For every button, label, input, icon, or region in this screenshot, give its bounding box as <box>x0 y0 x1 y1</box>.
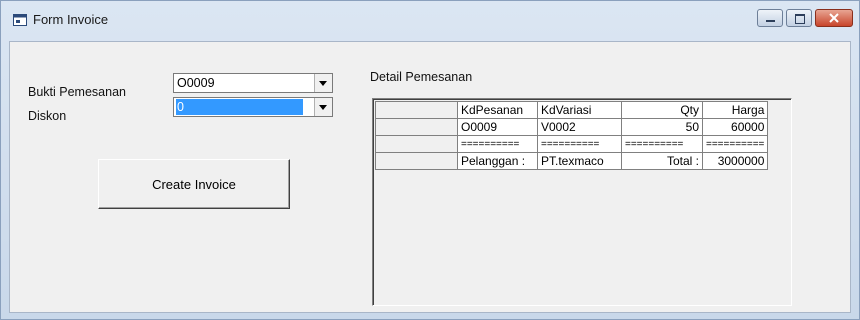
table-cell[interactable]: 50 <box>621 118 703 136</box>
close-icon <box>829 13 839 23</box>
table-cell[interactable]: O0009 <box>457 118 538 136</box>
table-cell[interactable]: V0002 <box>537 118 622 136</box>
row-header-cell <box>375 101 458 119</box>
diskon-label: Diskon <box>28 109 67 123</box>
chevron-down-icon[interactable] <box>314 98 332 116</box>
create-invoice-button[interactable]: Create Invoice <box>98 159 290 209</box>
table-cell[interactable]: Pelanggan : <box>457 152 538 170</box>
window-title: Form Invoice <box>33 12 109 27</box>
table-header-row: KdPesanan KdVariasi Qty Harga <box>375 101 769 119</box>
maximize-button[interactable] <box>786 9 812 27</box>
detail-pemesanan-label: Detail Pemesanan <box>370 70 473 84</box>
table-cell[interactable]: 60000 <box>701 118 769 136</box>
diskon-value: 0 <box>176 99 303 115</box>
table-cell[interactable]: Total : <box>621 152 703 170</box>
row-header-cell <box>375 135 458 153</box>
bukti-pemesanan-label: Bukti Pemesanan <box>28 85 126 99</box>
diskon-combo[interactable]: 0 <box>173 97 333 117</box>
table-cell[interactable]: 3000000 <box>701 152 769 170</box>
column-header-qty: Qty <box>621 101 703 119</box>
chevron-down-icon[interactable] <box>314 74 332 92</box>
column-header-kdpesanan: KdPesanan <box>457 101 538 119</box>
minimize-icon <box>766 20 775 22</box>
form-invoice-window: Form Invoice Bukti Pemesanan O0009 Disko… <box>0 0 860 320</box>
bukti-pemesanan-value: O0009 <box>177 76 215 90</box>
column-header-kdvariasi: KdVariasi <box>537 101 622 119</box>
row-header-cell <box>375 152 458 170</box>
title-bar: Form Invoice <box>1 1 859 41</box>
table-cell[interactable]: PT.texmaco <box>537 152 622 170</box>
table-cell[interactable]: ========== <box>457 135 538 153</box>
table-row[interactable]: O0009 V0002 50 60000 <box>375 118 769 136</box>
table-cell[interactable]: ========== <box>621 135 703 153</box>
row-header-cell <box>375 118 458 136</box>
bukti-pemesanan-combo[interactable]: O0009 <box>173 73 333 93</box>
close-button[interactable] <box>815 9 853 27</box>
table-cell[interactable]: ========== <box>537 135 622 153</box>
table-cell[interactable]: ========== <box>701 135 769 153</box>
table-row[interactable]: Pelanggan : PT.texmaco Total : 3000000 <box>375 152 769 170</box>
maximize-icon <box>795 14 805 24</box>
table-row[interactable]: ========== ========== ========== =======… <box>375 135 769 153</box>
minimize-button[interactable] <box>757 9 783 27</box>
form-client-area: Bukti Pemesanan O0009 Diskon 0 Create In… <box>9 41 851 313</box>
detail-pemesanan-grid[interactable]: KdPesanan KdVariasi Qty Harga O0009 V000… <box>372 98 792 306</box>
form-window-icon <box>13 14 27 26</box>
detail-table: KdPesanan KdVariasi Qty Harga O0009 V000… <box>375 101 769 170</box>
column-header-harga: Harga <box>701 101 769 119</box>
